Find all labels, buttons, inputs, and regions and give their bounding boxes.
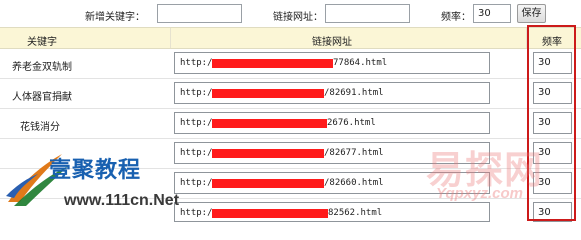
table-row: 人体器官捐献 http:/ /82691.html 30 <box>0 79 581 109</box>
url-tail: /82660.html <box>324 178 384 188</box>
redaction-mark <box>212 59 333 68</box>
url-tail: /82691.html <box>324 88 384 98</box>
url-tail: 82562.html <box>328 208 383 218</box>
new-keyword-label: 新增关键字： <box>85 12 145 23</box>
row-url-input[interactable]: http:/ 2676.html <box>174 112 490 134</box>
brand-watermark-title: 壹聚教程 <box>49 158 142 183</box>
link-url-input[interactable] <box>325 4 410 23</box>
row-keyword: 人体器官捐献 <box>12 92 72 103</box>
row-url-input[interactable]: http:/ 77864.html <box>174 52 490 74</box>
header-url: 链接网址 <box>312 37 352 48</box>
row-keyword: 花钱消分 <box>20 122 60 133</box>
new-keyword-input[interactable] <box>157 4 242 23</box>
redaction-mark <box>212 89 324 98</box>
redaction-mark <box>212 119 327 128</box>
link-url-label: 链接网址： <box>273 12 323 23</box>
row-url-input[interactable]: http:/ 82562.html <box>174 202 490 222</box>
url-prefix: http:/ <box>180 58 213 68</box>
brand-watermark-site: www.111cn.Net <box>64 192 180 209</box>
redaction-mark <box>212 209 328 218</box>
redaction-mark <box>212 179 324 188</box>
url-prefix: http:/ <box>180 178 213 188</box>
corner-watermark-site: Yqpxyz.com <box>436 185 523 202</box>
table-row: 花钱消分 http:/ 2676.html 30 <box>0 109 581 139</box>
table-header-row: 关键字 链接网址 频率 <box>0 27 581 49</box>
url-tail: 2676.html <box>327 118 376 128</box>
row-keyword: 养老金双轨制 <box>12 62 72 73</box>
frequency-label: 频率： <box>441 12 471 23</box>
table-row: 养老金双轨制 http:/ 77864.html 30 <box>0 49 581 79</box>
url-prefix: http:/ <box>180 148 213 158</box>
url-tail: 77864.html <box>333 58 388 68</box>
url-prefix: http:/ <box>180 118 213 128</box>
row-url-input[interactable]: http:/ /82691.html <box>174 82 490 104</box>
save-button[interactable]: 保存 <box>517 4 546 23</box>
frequency-input[interactable]: 30 <box>473 4 511 23</box>
add-keyword-toolbar: 新增关键字： 链接网址： 频率： 30 保存 <box>0 0 581 27</box>
header-keyword: 关键字 <box>27 37 57 48</box>
url-prefix: http:/ <box>180 88 213 98</box>
url-prefix: http:/ <box>180 208 213 218</box>
redaction-mark <box>212 149 324 158</box>
url-tail: /82677.html <box>324 148 384 158</box>
column-divider <box>170 28 171 48</box>
